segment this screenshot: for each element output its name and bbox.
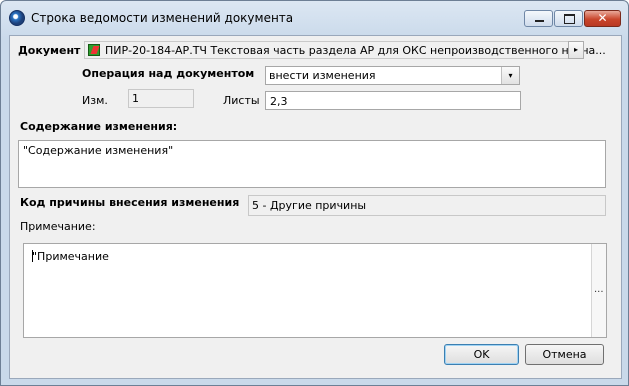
sheets-input[interactable]: 2,3	[265, 91, 521, 110]
operation-select[interactable]: внести изменения ▾	[265, 66, 520, 85]
minimize-icon	[535, 20, 544, 22]
note-textarea[interactable]: "Примечание " ...	[23, 243, 607, 338]
note-text-end: "	[32, 250, 38, 263]
maximize-button[interactable]	[554, 10, 583, 27]
ok-button[interactable]: OK	[444, 344, 519, 365]
content-label: Содержание изменения:	[20, 120, 178, 133]
more-button[interactable]: ...	[594, 284, 604, 295]
maximize-icon	[564, 14, 575, 24]
document-label: Документ	[18, 44, 81, 57]
dialog-window: Строка ведомости изменений документа ✕ Д…	[0, 0, 629, 386]
change-number-field: 1	[128, 89, 194, 108]
reason-code-field[interactable]: 5 - Другие причины	[248, 195, 606, 216]
document-field[interactable]: ПИР-20-184-АР.ТЧ Текстовая часть раздела…	[84, 41, 606, 59]
document-value: ПИР-20-184-АР.ТЧ Текстовая часть раздела…	[105, 44, 606, 57]
window-title: Строка ведомости изменений документа	[31, 11, 294, 25]
note-text: "Примечание	[32, 250, 109, 263]
reason-code-label: Код причины внесения изменения	[20, 196, 240, 209]
document-type-icon	[88, 44, 100, 56]
title-bar[interactable]: Строка ведомости изменений документа ✕	[1, 1, 628, 35]
dialog-body: Документ ПИР-20-184-АР.ТЧ Текстовая част…	[9, 35, 622, 379]
document-select-button[interactable]: ▸	[568, 41, 584, 59]
reason-code-value: 5 - Другие причины	[252, 199, 367, 212]
change-number-value: 1	[132, 92, 139, 105]
close-icon: ✕	[597, 11, 608, 25]
sheets-label: Листы	[223, 94, 260, 107]
content-value: "Содержание изменения"	[23, 144, 174, 157]
cancel-button[interactable]: Отмена	[525, 344, 604, 365]
close-button[interactable]: ✕	[584, 10, 621, 27]
chevron-down-icon[interactable]: ▾	[501, 67, 519, 84]
note-scrollbar[interactable]: ...	[591, 244, 606, 337]
minimize-button[interactable]	[524, 10, 553, 27]
change-number-label: Изм.	[82, 94, 108, 107]
content-textarea[interactable]: "Содержание изменения"	[18, 140, 606, 188]
note-label: Примечание:	[20, 220, 96, 233]
operation-value: внести изменения	[269, 69, 376, 82]
app-icon	[9, 10, 25, 26]
operation-label: Операция над документом	[82, 67, 255, 80]
sheets-value: 2,3	[270, 95, 288, 108]
